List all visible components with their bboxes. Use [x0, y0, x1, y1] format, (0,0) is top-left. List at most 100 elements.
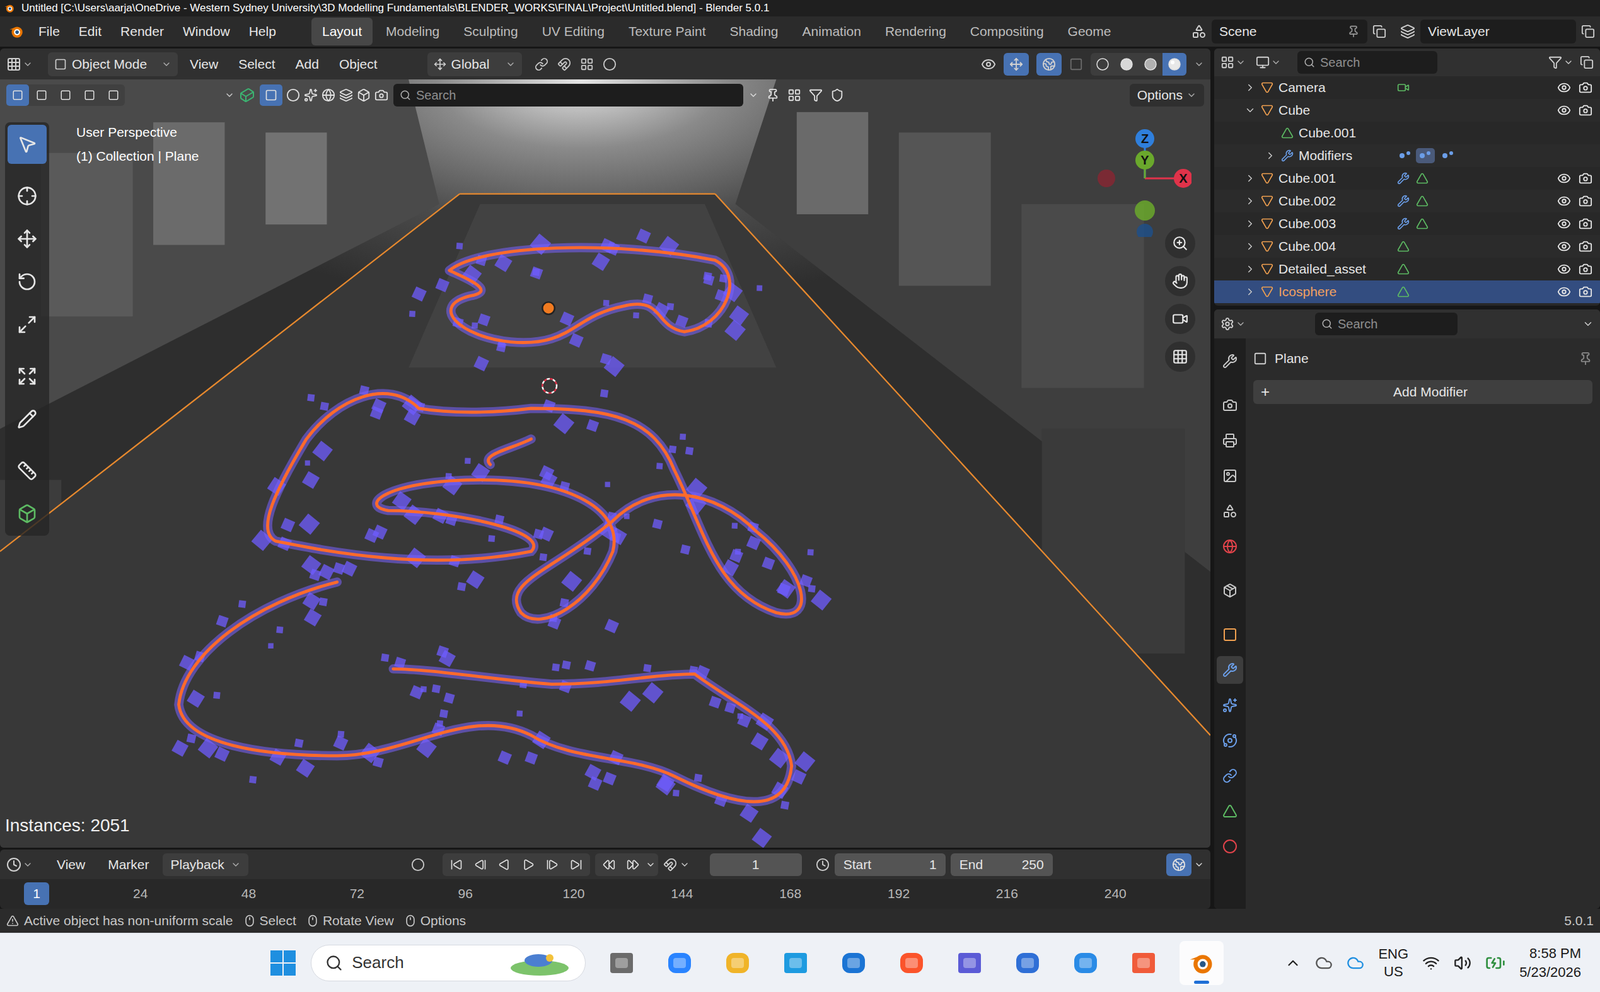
snap-target-icon[interactable] [579, 57, 594, 72]
taskbar-app-button[interactable] [657, 941, 702, 986]
orientation-dropdown[interactable]: Global [427, 52, 522, 77]
collapse-icon[interactable] [1244, 104, 1256, 116]
render-visibility-icon[interactable] [1578, 194, 1593, 209]
selection-mode-button[interactable] [102, 84, 125, 106]
mode-dropdown[interactable]: Object Mode [47, 52, 178, 77]
shading-mode-button[interactable] [1162, 52, 1187, 76]
frame-tick[interactable]: 96 [452, 882, 478, 906]
shading-mode-button[interactable] [1090, 52, 1115, 76]
tray-overflow-icon[interactable] [1284, 955, 1302, 972]
filter-camera-icon[interactable] [374, 88, 389, 103]
properties-tab[interactable] [1216, 832, 1244, 861]
properties-tab[interactable] [1216, 620, 1244, 649]
visibility-eye-icon[interactable] [1557, 194, 1572, 209]
shading-mode-button[interactable] [1138, 52, 1163, 76]
properties-tab[interactable] [1216, 347, 1244, 376]
clock[interactable]: 8:58 PM5/23/2026 [1519, 944, 1582, 983]
expand-icon[interactable] [1244, 218, 1256, 230]
taskbar-search[interactable]: Search [310, 944, 586, 982]
jump-start-icon[interactable] [450, 858, 463, 872]
workspace-tab[interactable]: Modeling [375, 17, 451, 46]
chevron-down-icon[interactable] [748, 90, 759, 101]
gizmo-axis[interactable]: Z [1135, 129, 1155, 149]
taskbar-app-button[interactable] [1005, 941, 1050, 986]
frame-tick[interactable]: 168 [776, 882, 804, 906]
viewport-menu-item[interactable]: Object [330, 54, 386, 75]
add-modifier-button[interactable]: +Add Modifier [1253, 380, 1593, 405]
viewport-menu-item[interactable]: Select [230, 54, 284, 75]
windows-start-icon[interactable] [269, 949, 297, 978]
render-visibility-icon[interactable] [1578, 171, 1593, 186]
menu-item[interactable]: File [30, 18, 69, 45]
options-dropdown[interactable]: Options [1129, 83, 1205, 107]
new-scene-icon[interactable] [1372, 24, 1387, 39]
menu-item[interactable]: Render [112, 18, 173, 45]
properties-tab[interactable] [1216, 497, 1244, 526]
workspace-tab[interactable]: Shading [718, 17, 789, 46]
menu-item[interactable]: Edit [70, 18, 110, 45]
filter-light-icon[interactable] [286, 88, 301, 103]
render-visibility-icon[interactable] [1578, 262, 1593, 277]
visibility-eye-icon[interactable] [1557, 284, 1572, 299]
chevron-down-icon[interactable] [224, 90, 235, 101]
menu-item[interactable]: Window [174, 18, 239, 45]
pin-icon[interactable] [1578, 351, 1593, 366]
frame-tick[interactable]: 1 [23, 882, 50, 906]
properties-tab[interactable] [1216, 656, 1244, 685]
outliner-filter-icon[interactable] [1548, 55, 1563, 70]
viewport-menu-item[interactable]: View [181, 54, 227, 75]
taskbar-app-button[interactable] [715, 941, 760, 986]
next-keyframe-icon[interactable] [545, 858, 559, 872]
snap-icon[interactable] [557, 57, 572, 72]
expand-icon[interactable] [1244, 81, 1256, 94]
outliner-row[interactable]: Modifiers [1214, 144, 1600, 168]
chevron-down-icon[interactable] [1194, 859, 1205, 870]
taskbar-app-button[interactable] [1063, 941, 1108, 986]
selection-mode-button[interactable] [78, 84, 101, 106]
navigation-button[interactable] [1165, 341, 1196, 372]
visibility-eye-icon[interactable] [1557, 80, 1572, 95]
expand-icon[interactable] [1244, 172, 1256, 185]
render-visibility-icon[interactable] [1578, 103, 1593, 118]
expand-icon[interactable] [1244, 263, 1256, 275]
new-collection-icon[interactable] [1579, 55, 1594, 70]
viewport-menu-item[interactable]: Add [287, 54, 328, 75]
frame-tick[interactable]: 120 [560, 882, 588, 906]
gizmo-axis[interactable]: Y [1135, 150, 1155, 170]
scene-selector[interactable]: Scene [1211, 19, 1368, 44]
taskbar-app-button[interactable] [947, 941, 992, 986]
editor-type-button[interactable] [6, 857, 43, 873]
visibility-icon[interactable] [980, 56, 997, 72]
outliner-row[interactable]: Cube.001 [1214, 121, 1600, 145]
end-frame-field[interactable]: End250 [950, 853, 1053, 877]
shield-icon[interactable] [830, 88, 845, 103]
timeline-menu-item[interactable]: Marker [98, 854, 158, 876]
frame-tick[interactable]: 144 [668, 882, 696, 906]
record-icon[interactable] [411, 857, 425, 872]
frame-tick[interactable]: 216 [993, 882, 1021, 906]
taskbar-app-button[interactable] [1121, 941, 1166, 986]
visibility-eye-icon[interactable] [1557, 216, 1572, 231]
viewport-render[interactable] [0, 79, 1211, 848]
properties-tab[interactable] [1216, 462, 1244, 490]
tool-button[interactable] [7, 262, 47, 302]
outliner-row[interactable]: Cube.002 [1214, 189, 1600, 213]
taskbar-app-button[interactable] [889, 941, 934, 986]
prev-keyframe-icon[interactable] [474, 858, 487, 872]
viewport-canvas[interactable]: SearchOptionsUser Perspective(1) Collect… [0, 79, 1211, 848]
play-icon[interactable] [521, 858, 535, 872]
timeline-menu-item[interactable]: View [47, 854, 94, 876]
wifi-icon[interactable] [1422, 954, 1440, 973]
outliner-row[interactable]: Cube.004 [1214, 235, 1600, 258]
tool-button[interactable] [7, 451, 47, 491]
properties-tab[interactable] [1216, 391, 1244, 420]
language-indicator[interactable]: ENGUS [1378, 945, 1409, 981]
workspace-tab[interactable]: Rendering [874, 17, 957, 46]
view-layer-selector[interactable]: ViewLayer [1420, 19, 1577, 44]
overlay-toggle-icon[interactable] [1042, 57, 1056, 72]
navigation-button[interactable] [1165, 303, 1196, 335]
pivot-icon[interactable] [534, 57, 549, 72]
blender-menu-button[interactable] [5, 23, 28, 40]
navigation-button[interactable] [1165, 228, 1196, 259]
properties-tab[interactable] [1216, 762, 1244, 790]
